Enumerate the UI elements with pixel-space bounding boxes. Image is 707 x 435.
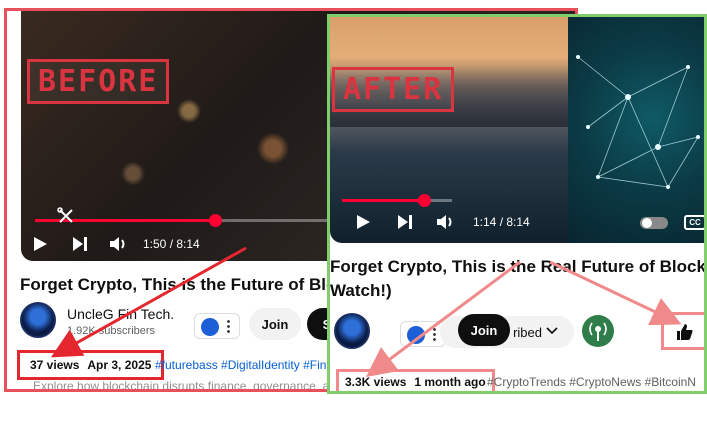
next-icon[interactable] [71,235,89,253]
before-progress-knob[interactable] [209,214,222,227]
network-graphic [568,17,704,243]
volume-icon[interactable] [436,213,456,231]
after-progress-bar[interactable] [342,194,452,207]
after-subscribed-label: ribed [513,324,542,340]
after-panel: AFTER 1:14 / 8:14 CC Forget Crypto, This… [327,14,707,394]
extension-icon [201,318,219,336]
autoplay-toggle[interactable] [640,217,668,229]
extension-icon [407,326,425,344]
clip-icon[interactable] [57,207,75,225]
before-extension-badge[interactable] [194,313,240,339]
before-channel-name[interactable]: UncleG Fin Tech. [67,306,174,322]
after-time-display: 1:14 / 8:14 [473,215,530,229]
after-progress-fill [342,199,424,202]
before-video-title[interactable]: Forget Crypto, This is the Future of Blo… [20,275,365,295]
network-lines [576,55,700,189]
more-vert-icon[interactable] [433,327,436,343]
before-hashtags[interactable]: #futurebass #DigitalIdentity #Fin [155,358,326,372]
before-views: 37 views [30,358,80,372]
after-views: 3.3K views [345,375,407,389]
before-join-button[interactable]: Join [249,308,301,340]
chevron-down-icon[interactable] [546,326,558,336]
after-views-date-box: 3.3K views 1 month ago [336,369,495,391]
volume-icon[interactable] [109,235,129,253]
more-vert-icon[interactable] [227,319,230,335]
after-hashtags[interactable]: #CryptoTrends #CryptoNews #BitcoinN [487,375,696,389]
before-time-display: 1:50 / 8:14 [143,237,200,251]
podcast-icon[interactable] [582,315,614,347]
play-icon[interactable] [354,213,372,231]
after-progress-knob[interactable] [418,194,431,207]
before-date: Apr 3, 2025 [87,358,152,372]
after-date: 1 month ago [414,375,486,389]
after-video-player[interactable]: AFTER 1:14 / 8:14 CC [330,17,704,243]
after-channel-avatar[interactable] [334,313,370,349]
after-video-title-line1[interactable]: Forget Crypto, This is the Real Future o… [330,257,704,277]
before-channel-avatar[interactable] [20,302,56,338]
after-join-button[interactable]: Join [458,314,510,346]
after-like-box[interactable]: 6 [661,312,704,350]
before-description: Explore how blockchain disrupts finance,… [33,379,334,392]
before-stamp: BEFORE [27,59,170,104]
after-extension-badge[interactable] [400,321,446,347]
after-stamp: AFTER [332,67,455,112]
captions-icon[interactable]: CC [684,215,704,230]
before-subscriber-count: 1.92K subscribers [67,325,156,337]
thumbs-up-icon[interactable] [676,323,694,341]
next-icon[interactable] [396,213,414,231]
after-video-title-line2[interactable]: Watch!) [330,281,392,301]
play-icon[interactable] [31,235,49,253]
before-views-date-box: 37 views Apr 3, 2025 [17,350,165,380]
